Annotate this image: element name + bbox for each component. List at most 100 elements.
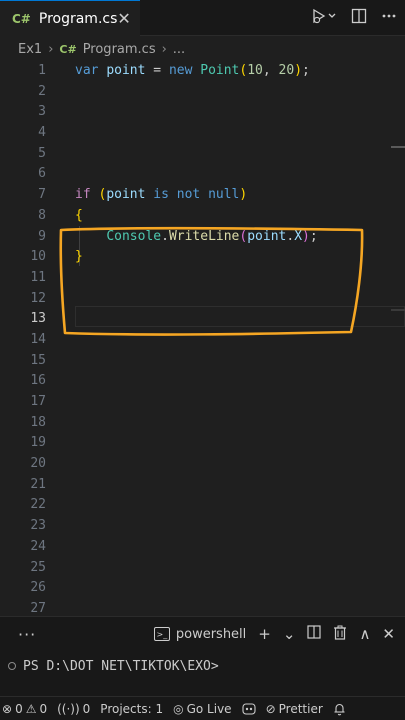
line-number-gutter: 1 2 3 4 5 6 7 8 9 10 11 12 13 14 15 16 17 18 19 20 21 22 23 24 2… bbox=[0, 61, 58, 620]
line-number: 15 bbox=[30, 352, 46, 368]
number-10: 10 bbox=[247, 63, 263, 78]
keyword-new: new bbox=[168, 63, 193, 78]
keyword-var: var bbox=[75, 63, 99, 78]
breadcrumb: Ex1 › C# Program.cs › ... bbox=[0, 37, 405, 61]
keyword-is: is bbox=[153, 187, 169, 203]
terminal-icon: >_ bbox=[153, 627, 170, 641]
warning-icon: ⚠ bbox=[25, 701, 37, 716]
number-20: 20 bbox=[278, 63, 295, 78]
broadcast-icon: ((·)) bbox=[57, 701, 80, 716]
brace-open: { bbox=[75, 207, 83, 223]
radio-tower-icon: ◎ bbox=[173, 701, 184, 716]
line-number: 16 bbox=[30, 373, 46, 389]
line-number: 10 bbox=[30, 249, 46, 265]
property-x: X bbox=[294, 228, 303, 244]
paren-close: ) bbox=[294, 63, 303, 78]
line-number: 20 bbox=[30, 456, 46, 472]
code-line-7[interactable]: if (point is not null) bbox=[75, 185, 405, 206]
line-number: 3 bbox=[38, 104, 46, 120]
warning-count: 0 bbox=[39, 701, 48, 716]
comma: , bbox=[262, 63, 279, 78]
chevron-down-icon[interactable]: ⌄ bbox=[283, 625, 296, 643]
tab-program-cs[interactable]: C# Program.cs ✕ bbox=[0, 0, 140, 36]
line-number: 1 bbox=[38, 63, 46, 78]
split-editor-icon[interactable] bbox=[351, 8, 367, 28]
semicolon: ; bbox=[309, 228, 318, 244]
code-line-10[interactable]: } bbox=[75, 247, 405, 268]
go-live-label: Go Live bbox=[186, 701, 232, 716]
line-number: 26 bbox=[30, 580, 46, 596]
line-number: 14 bbox=[30, 331, 46, 347]
code-line-6[interactable] bbox=[75, 164, 405, 185]
code-editor[interactable]: 1 2 3 4 5 6 7 8 9 10 11 12 13 14 15 16 17 18 19 20 21 22 23 24 2… bbox=[0, 61, 405, 616]
maximize-panel-icon[interactable]: ∧ bbox=[359, 625, 370, 643]
panel-header: ··· >_ powershell + ⌄ ∧ ✕ bbox=[0, 617, 405, 651]
operator-assign: = bbox=[145, 63, 169, 78]
line-number: 4 bbox=[38, 125, 46, 141]
split-terminal-icon[interactable] bbox=[307, 625, 322, 643]
line-number: 13 bbox=[30, 311, 46, 327]
prettier-indicator[interactable]: ⊘ Prettier bbox=[266, 702, 323, 716]
line-number: 11 bbox=[30, 269, 46, 285]
current-line-highlight bbox=[75, 306, 405, 327]
code-line-3[interactable] bbox=[75, 102, 405, 123]
line-number: 12 bbox=[30, 290, 46, 306]
line-number: 2 bbox=[38, 83, 46, 99]
code-line-4[interactable] bbox=[75, 123, 405, 144]
notifications-bell-icon[interactable] bbox=[333, 702, 346, 716]
close-icon[interactable]: ✕ bbox=[117, 9, 130, 28]
error-icon: ⊗ bbox=[2, 701, 13, 716]
trash-icon[interactable] bbox=[333, 625, 347, 644]
terminal-status-icon bbox=[8, 662, 16, 670]
line-number: 7 bbox=[38, 187, 46, 203]
chevron-right-icon: › bbox=[48, 41, 54, 57]
line-number: 8 bbox=[38, 207, 46, 223]
identifier-point: point bbox=[247, 228, 287, 244]
code-line-5[interactable] bbox=[75, 144, 405, 165]
ports-indicator[interactable]: ((·)) 0 bbox=[57, 702, 90, 716]
new-terminal-icon[interactable]: + bbox=[258, 625, 271, 643]
line-number: 25 bbox=[30, 559, 46, 575]
copilot-icon[interactable] bbox=[242, 702, 256, 716]
paren-close: ) bbox=[302, 228, 310, 244]
code-line-2[interactable] bbox=[75, 82, 405, 103]
terminal-panel: ··· >_ powershell + ⌄ ∧ ✕ PS D:\DOT NET\… bbox=[0, 616, 405, 696]
run-debug-icon[interactable] bbox=[311, 8, 337, 28]
minimap-marker bbox=[391, 309, 405, 311]
line-number: 24 bbox=[30, 538, 46, 554]
panel-actions: >_ powershell + ⌄ ∧ ✕ bbox=[153, 625, 395, 644]
breadcrumb-project[interactable]: Ex1 bbox=[18, 42, 42, 57]
more-actions-icon[interactable] bbox=[381, 8, 397, 28]
go-live-button[interactable]: ◎ Go Live bbox=[173, 702, 231, 716]
dot: . bbox=[286, 228, 295, 244]
line-number: 18 bbox=[30, 414, 46, 430]
type-point: Point bbox=[200, 63, 240, 78]
identifier-point: point bbox=[106, 187, 146, 203]
prettier-icon: ⊘ bbox=[265, 701, 276, 716]
keyword-not: not bbox=[176, 187, 201, 203]
breadcrumb-file[interactable]: Program.cs bbox=[83, 42, 156, 57]
type-console: Console bbox=[106, 228, 162, 244]
tab-title: Program.cs bbox=[38, 10, 118, 27]
semicolon: ; bbox=[302, 63, 310, 78]
terminal-output[interactable]: PS D:\DOT NET\TIKTOK\EXO> bbox=[0, 651, 405, 681]
csharp-icon: C# bbox=[12, 11, 31, 26]
line-number: 19 bbox=[30, 435, 46, 451]
code-line-1[interactable]: var point = new Point(10, 20); bbox=[75, 61, 405, 82]
code-line-9[interactable]: Console.WriteLine(point.X); bbox=[75, 227, 405, 248]
line-number: 23 bbox=[30, 518, 46, 534]
code-lines[interactable]: var point = new Point(10, 20); if (point… bbox=[75, 61, 405, 268]
identifier-point: point bbox=[106, 63, 146, 78]
keyword-if: if bbox=[75, 187, 91, 203]
editor-actions bbox=[311, 0, 397, 36]
breadcrumb-more[interactable]: ... bbox=[173, 42, 185, 57]
projects-indicator[interactable]: Projects: 1 bbox=[100, 702, 163, 716]
code-line-8[interactable]: { bbox=[75, 206, 405, 227]
panel-more-icon[interactable]: ··· bbox=[18, 625, 36, 644]
line-number: 17 bbox=[30, 394, 46, 409]
error-count: 0 bbox=[15, 701, 23, 716]
problems-indicator[interactable]: ⊗ 0 ⚠ 0 bbox=[2, 702, 47, 716]
close-panel-icon[interactable]: ✕ bbox=[382, 625, 395, 643]
terminal-selector[interactable]: >_ powershell bbox=[153, 627, 246, 642]
terminal-prompt: PS D:\DOT NET\TIKTOK\EXO> bbox=[23, 658, 219, 674]
